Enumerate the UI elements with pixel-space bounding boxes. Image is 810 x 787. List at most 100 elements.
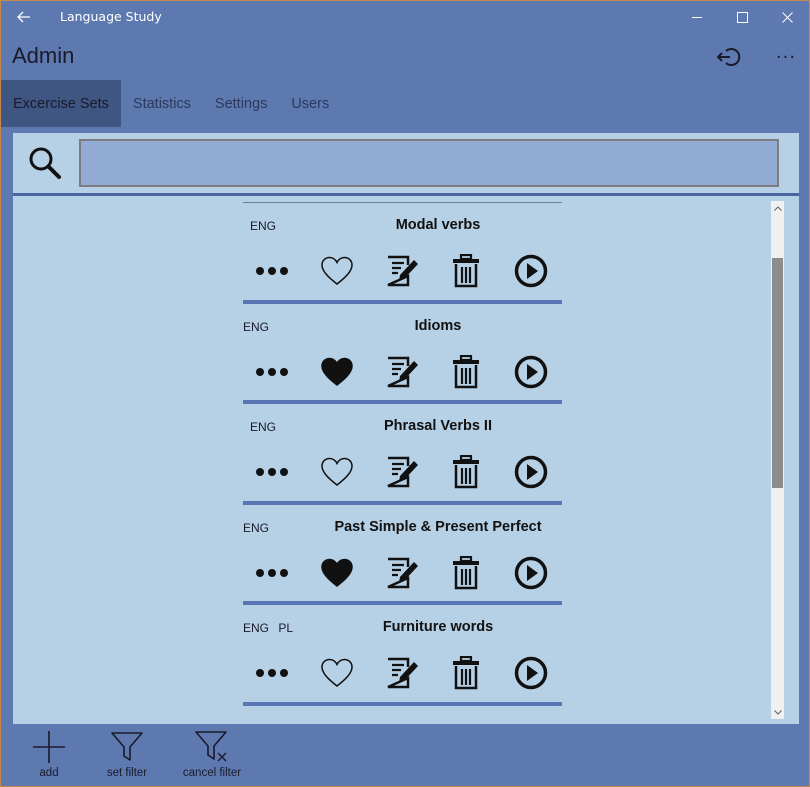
tab-users[interactable]: Users — [279, 80, 341, 127]
plus-icon — [33, 731, 65, 763]
delete-button[interactable] — [446, 553, 486, 593]
favorite-button[interactable] — [317, 653, 357, 693]
play-button[interactable] — [511, 553, 551, 593]
ellipsis-icon — [256, 367, 288, 376]
trash-icon — [453, 254, 479, 288]
app-title: Language Study — [60, 9, 162, 24]
item-actions — [243, 251, 562, 291]
trash-icon — [453, 656, 479, 690]
item-name: Phrasal Verbs II — [383, 418, 492, 434]
favorite-button[interactable] — [317, 251, 357, 291]
filter-cancel-icon — [195, 731, 227, 762]
item-actions — [243, 352, 562, 392]
favorite-button[interactable] — [317, 452, 357, 492]
set-filter-label: set filter — [106, 767, 148, 779]
play-button[interactable] — [511, 352, 551, 392]
heart-icon — [321, 457, 353, 486]
heart-icon — [321, 658, 353, 687]
item-name: Idioms — [414, 317, 462, 334]
item-more-button[interactable] — [252, 653, 292, 693]
play-icon — [514, 455, 548, 489]
item-languages: ENG — [243, 319, 270, 334]
play-icon — [514, 556, 548, 589]
delete-button[interactable] — [446, 251, 486, 291]
ellipsis-icon — [256, 568, 288, 577]
item-more-button[interactable] — [252, 553, 292, 593]
search-input[interactable] — [79, 139, 779, 187]
favorite-button[interactable] — [317, 352, 357, 392]
maximize-button[interactable] — [720, 1, 765, 33]
item-name: Modal verbs — [395, 217, 481, 233]
heart-filled-icon — [321, 357, 353, 386]
edit-button[interactable] — [382, 352, 422, 392]
item-languages: ENG — [250, 420, 277, 434]
item-more-button[interactable] — [252, 352, 292, 392]
item-actions — [243, 553, 562, 593]
play-button[interactable] — [511, 452, 551, 492]
logout-button[interactable] — [709, 41, 749, 73]
more-icon: ··· — [775, 46, 797, 68]
list-item[interactable]: ENG Phrasal Verbs II — [243, 404, 562, 505]
maximize-icon — [737, 11, 748, 23]
trash-icon — [453, 555, 479, 589]
set-filter-button[interactable]: set filter — [87, 729, 167, 787]
delete-button[interactable] — [446, 653, 486, 693]
play-icon — [514, 254, 548, 288]
back-arrow-icon — [17, 11, 30, 23]
tab-settings[interactable]: Settings — [203, 80, 279, 127]
scroll-up-button[interactable] — [771, 201, 784, 215]
edit-button[interactable] — [382, 653, 422, 693]
tab-bar: Excercise Sets Statistics Settings Users — [1, 80, 341, 127]
ellipsis-icon — [256, 669, 288, 677]
list-item[interactable]: ENG PL Furniture words — [243, 605, 562, 706]
search-button[interactable] — [27, 145, 63, 181]
favorite-button[interactable] — [317, 553, 357, 593]
delete-button[interactable] — [446, 452, 486, 492]
tab-statistics[interactable]: Statistics — [121, 80, 203, 127]
cancel-filter-label: cancel filter — [182, 767, 242, 779]
play-button[interactable] — [511, 653, 551, 693]
scroll-thumb[interactable] — [772, 258, 783, 488]
tab-label: Users — [291, 95, 330, 112]
edit-icon — [387, 255, 418, 287]
delete-button[interactable] — [446, 352, 486, 392]
minimize-icon — [692, 16, 702, 18]
edit-icon — [387, 456, 418, 488]
item-languages: ENG — [250, 219, 277, 233]
ellipsis-icon — [256, 468, 288, 476]
title-bar: Language Study — [1, 1, 809, 33]
list-scrollbar[interactable] — [771, 201, 784, 719]
scroll-down-button[interactable] — [771, 705, 784, 719]
tab-excercise-sets[interactable]: Excercise Sets — [1, 80, 121, 127]
more-button[interactable]: ··· — [766, 41, 806, 73]
edit-icon — [387, 356, 418, 387]
heart-icon — [321, 256, 353, 285]
exercise-set-items: ENG Modal verbs ENG Idioms ENG Phrasal V… — [243, 202, 562, 706]
trash-icon — [453, 354, 479, 388]
list-item[interactable]: ENG Idioms — [243, 304, 562, 404]
cancel-filter-button[interactable]: cancel filter — [172, 729, 252, 787]
item-more-button[interactable] — [252, 452, 292, 492]
item-more-button[interactable] — [252, 251, 292, 291]
tab-label: Excercise Sets — [13, 95, 109, 112]
play-button[interactable] — [511, 251, 551, 291]
heart-filled-icon — [321, 558, 353, 587]
search-icon — [29, 147, 61, 179]
edit-button[interactable] — [382, 251, 422, 291]
add-button[interactable]: add — [9, 729, 89, 787]
minimize-button[interactable] — [675, 1, 720, 33]
filter-icon — [111, 732, 143, 761]
close-icon — [782, 11, 793, 23]
app-window: Language Study Admin ··· Excercise Sets … — [0, 0, 810, 787]
edit-icon — [387, 557, 418, 588]
close-button[interactable] — [765, 1, 810, 33]
item-name: Furniture words — [382, 619, 494, 635]
item-actions — [243, 452, 562, 492]
tab-label: Settings — [214, 95, 268, 112]
edit-button[interactable] — [382, 553, 422, 593]
search-bar — [13, 133, 799, 193]
back-button[interactable] — [9, 3, 39, 31]
list-item[interactable]: ENG Modal verbs — [243, 203, 562, 304]
list-item[interactable]: ENG Past Simple & Present Perfect — [243, 505, 562, 605]
edit-button[interactable] — [382, 452, 422, 492]
